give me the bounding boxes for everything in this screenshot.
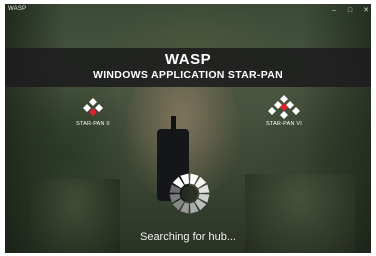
maximize-button[interactable]: □ — [343, 5, 357, 17]
device-label: STAR-PAN VI — [266, 121, 302, 127]
app-window: WASP – □ ✕ WASP WINDOWS APPLICATION STAR… — [0, 0, 376, 256]
status-text: Searching for hub... — [139, 231, 236, 243]
title-bar: WASP – □ ✕ — [5, 4, 371, 18]
close-button[interactable]: ✕ — [359, 5, 373, 17]
app-title: WASP — [164, 51, 212, 68]
busy-spinner-icon — [169, 173, 210, 214]
star-pan-vi-icon — [268, 95, 300, 119]
device-star-pan-vi[interactable]: STAR-PAN VI — [259, 94, 309, 127]
minimize-button[interactable]: – — [327, 5, 341, 17]
star-pan-ii-icon — [83, 98, 103, 116]
device-label: STAR-PAN II — [76, 121, 110, 127]
device-star-pan-ii[interactable]: STAR-PAN II — [68, 96, 118, 127]
header-banner: WASP WINDOWS APPLICATION STAR-PAN — [5, 48, 371, 87]
app-subtitle: WINDOWS APPLICATION STAR-PAN — [93, 69, 283, 81]
window-title: WASP — [8, 6, 27, 12]
